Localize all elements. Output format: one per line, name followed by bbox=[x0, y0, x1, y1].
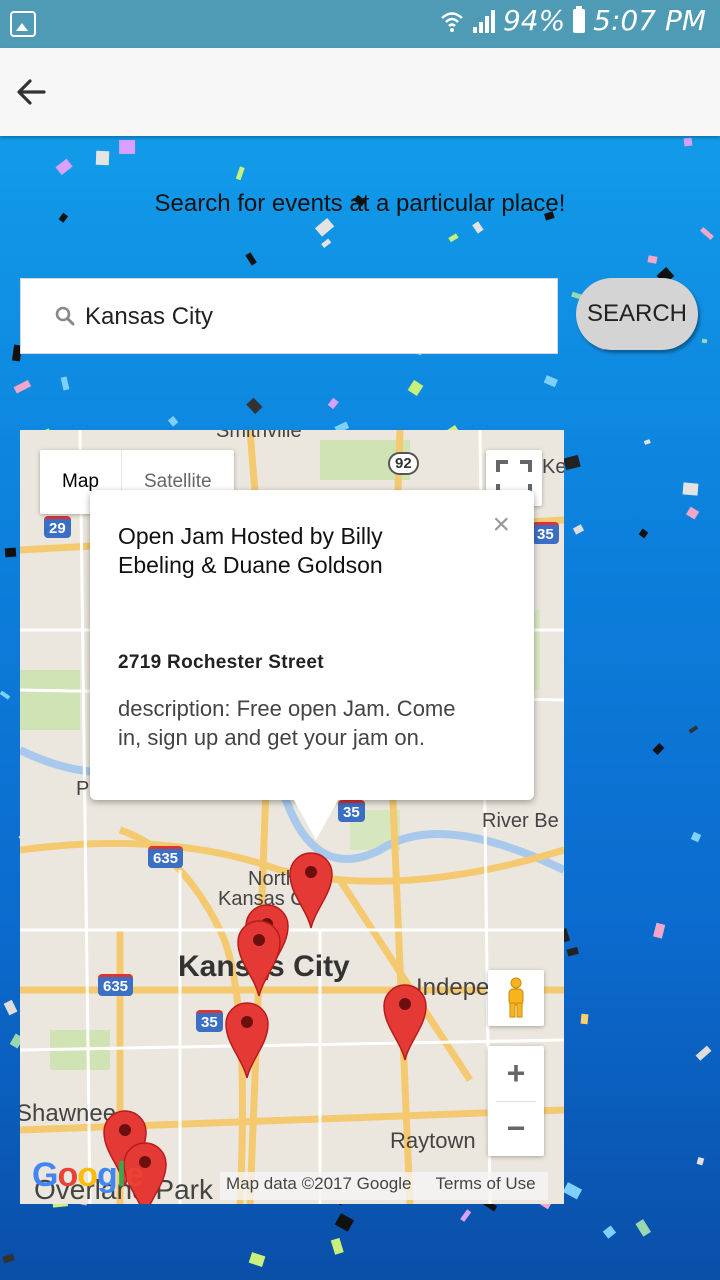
confetti-piece bbox=[407, 380, 424, 397]
confetti-piece bbox=[701, 338, 708, 344]
confetti-piece bbox=[688, 724, 698, 734]
map-marker[interactable] bbox=[382, 982, 428, 1062]
confetti-piece bbox=[700, 226, 714, 240]
highway-635-north: 635 bbox=[148, 846, 184, 868]
event-description: description: Free open Jam. Come in, sig… bbox=[118, 696, 456, 750]
battery-icon bbox=[573, 5, 586, 33]
confetti-piece bbox=[683, 137, 693, 147]
confetti-piece bbox=[647, 255, 658, 264]
status-right: 94% 5:07 PM bbox=[439, 4, 706, 37]
back-button[interactable] bbox=[12, 72, 52, 112]
search-button[interactable]: SEARCH bbox=[576, 278, 698, 350]
street-view-pegman[interactable] bbox=[488, 970, 544, 1026]
confetti-piece bbox=[653, 922, 666, 939]
confetti-piece bbox=[330, 1238, 344, 1256]
clock: 5:07 PM bbox=[593, 4, 706, 37]
highway-29: 29 bbox=[44, 516, 71, 538]
confetti-piece bbox=[472, 220, 484, 234]
highway-92: 92 bbox=[388, 452, 419, 475]
map-label-kearney: Ke bbox=[542, 456, 564, 478]
search-box[interactable] bbox=[20, 278, 558, 355]
confetti-piece bbox=[566, 946, 579, 957]
arrow-back-icon bbox=[17, 79, 46, 105]
confetti-piece bbox=[14, 380, 32, 394]
confetti-piece bbox=[315, 218, 335, 237]
info-window: × Open Jam Hosted by Billy Ebeling & Dua… bbox=[90, 490, 534, 840]
confetti-piece bbox=[96, 150, 110, 166]
confetti-piece bbox=[691, 831, 702, 843]
confetti-piece bbox=[695, 1045, 712, 1061]
event-address: 2719 Rochester Street bbox=[118, 652, 324, 673]
map-label-raytown: Raytown bbox=[390, 1128, 476, 1153]
confetti-piece bbox=[321, 239, 332, 249]
confetti-piece bbox=[3, 999, 18, 1016]
google-logo: Google bbox=[32, 1156, 144, 1194]
confetti-piece bbox=[334, 1213, 355, 1232]
confetti-piece bbox=[544, 374, 559, 388]
confetti-piece bbox=[460, 1209, 472, 1223]
confetti-piece bbox=[696, 1157, 705, 1166]
pegman-icon bbox=[508, 977, 524, 1018]
confetti-piece bbox=[60, 376, 69, 390]
confetti-piece bbox=[643, 438, 651, 445]
confetti-piece bbox=[635, 1219, 651, 1237]
highway-35-south: 35 bbox=[196, 1010, 223, 1032]
map-label-smithville: Smithville bbox=[216, 430, 302, 442]
info-window-close-button[interactable]: × bbox=[492, 510, 510, 540]
confetti-piece bbox=[245, 252, 257, 266]
highway-35-mid: 35 bbox=[338, 800, 365, 822]
highway-35-north: 35 bbox=[532, 522, 559, 544]
confetti-piece bbox=[682, 482, 699, 496]
search-input[interactable] bbox=[85, 279, 545, 355]
confetti-piece bbox=[580, 1013, 589, 1025]
map-marker[interactable] bbox=[224, 1000, 270, 1080]
confetti-piece bbox=[685, 506, 699, 520]
map-data-text: Map data ©2017 Google bbox=[226, 1174, 412, 1193]
status-bar: 94% 5:07 PM bbox=[0, 0, 720, 48]
confetti-piece bbox=[248, 1252, 265, 1268]
wifi-icon bbox=[441, 11, 463, 32]
confetti-piece bbox=[119, 140, 136, 155]
map[interactable]: Smithville Ke P River Be North Kansas Ci… bbox=[20, 430, 564, 1204]
map-label-parkville: P bbox=[76, 778, 90, 800]
page-headline: Search for events at a particular place! bbox=[154, 190, 566, 217]
map-label-river-bend: River Be bbox=[482, 810, 559, 832]
confetti-piece bbox=[236, 167, 245, 181]
event-title: Open Jam Hosted by Billy Ebeling & Duane… bbox=[118, 523, 383, 578]
confetti-piece bbox=[602, 1225, 617, 1239]
map-marker[interactable] bbox=[236, 918, 282, 998]
app-bar bbox=[0, 48, 720, 136]
signal-icon bbox=[472, 9, 495, 33]
terms-of-use-link[interactable]: Terms of Use bbox=[436, 1174, 536, 1200]
zoom-out-button[interactable]: − bbox=[488, 1101, 544, 1156]
map-attribution: Map data ©2017 Google Terms of Use bbox=[220, 1172, 548, 1200]
confetti-piece bbox=[4, 547, 17, 558]
battery-percent: 94% bbox=[502, 4, 566, 37]
confetti-piece bbox=[0, 690, 10, 700]
highway-635-south: 635 bbox=[98, 974, 134, 996]
confetti-piece bbox=[448, 232, 459, 242]
zoom-in-button[interactable]: + bbox=[488, 1046, 544, 1101]
search-icon bbox=[55, 306, 75, 326]
confetti-piece bbox=[55, 158, 73, 176]
confetti-piece bbox=[563, 455, 581, 471]
confetti-piece bbox=[652, 742, 665, 755]
confetti-piece bbox=[167, 415, 179, 427]
confetti-piece bbox=[246, 398, 263, 415]
confetti-piece bbox=[328, 397, 340, 410]
zoom-control: + − bbox=[488, 1046, 544, 1156]
image-notification-icon bbox=[10, 11, 36, 37]
confetti-piece bbox=[638, 528, 648, 539]
confetti-piece bbox=[572, 524, 584, 535]
confetti-piece bbox=[1, 1253, 15, 1264]
map-marker[interactable] bbox=[288, 850, 334, 930]
confetti-piece bbox=[562, 1182, 582, 1199]
